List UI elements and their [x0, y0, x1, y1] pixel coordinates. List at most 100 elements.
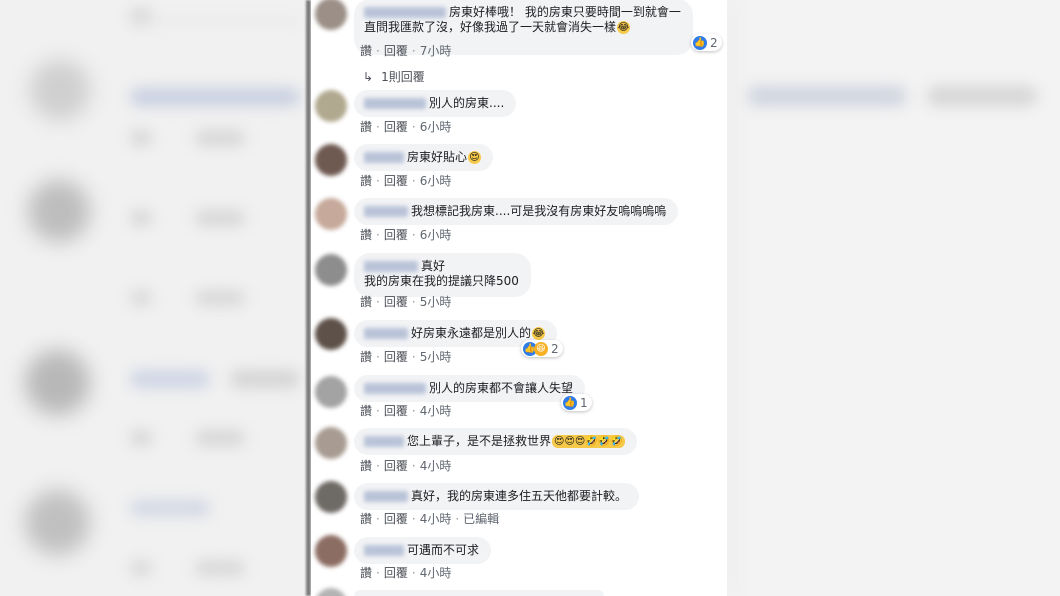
avatar[interactable]	[315, 481, 347, 513]
comment-bubble: 可遇而不可求	[354, 537, 492, 564]
commenter-name[interactable]	[364, 261, 418, 272]
commenter-name[interactable]	[364, 491, 408, 502]
commenter-name[interactable]	[364, 328, 408, 339]
reaction-summary[interactable]: 👍 1	[561, 394, 592, 411]
avatar[interactable]	[315, 376, 347, 408]
like-button[interactable]: 讚	[360, 566, 372, 580]
comment-actions: 讚 · 回覆 · 7小時	[360, 44, 452, 58]
comment-actions: 讚 · 回覆 · 5小時	[360, 350, 452, 364]
reaction-count: 1	[580, 395, 588, 410]
comment-actions: 讚 · 回覆 · 4小時	[360, 566, 452, 580]
comment-text-line2: 我的房東在我的提議只降500	[364, 274, 519, 288]
edited-label[interactable]: 已編輯	[463, 512, 499, 526]
avatar[interactable]	[315, 535, 347, 567]
comment-text: 可遇而不可求	[407, 543, 480, 557]
avatar[interactable]	[315, 318, 347, 350]
reply-arrow-icon: ↳	[363, 70, 374, 84]
reply-button[interactable]: 回覆	[384, 512, 408, 526]
comment-text: 您上輩子，是不是拯救世界	[407, 434, 552, 448]
comment-text: 真好，我的房東連多住五天他都要計較。	[411, 489, 628, 503]
emoji-sequence-icon: 😍😍😍🤣🤣🤣	[552, 435, 625, 448]
reaction-summary[interactable]: 👍😆 2	[521, 340, 563, 357]
comment-bubble-partial	[354, 590, 604, 596]
comment-time[interactable]: 6小時	[420, 120, 452, 134]
comment-actions: 讚 · 回覆 · 5小時	[360, 295, 452, 309]
heart-eyes-emoji-icon: 😍	[468, 151, 482, 164]
laughing-emoji-icon: 😂	[617, 21, 631, 34]
comment-time[interactable]: 7小時	[420, 44, 452, 58]
commenter-name[interactable]	[364, 206, 408, 217]
comment-bubble: 別人的房東....	[354, 90, 517, 117]
reply-button[interactable]: 回覆	[384, 174, 408, 188]
avatar[interactable]	[315, 0, 347, 30]
like-button[interactable]: 讚	[360, 120, 372, 134]
reply-button[interactable]: 回覆	[384, 350, 408, 364]
comment-actions: 讚 · 回覆 · 4小時	[360, 459, 452, 473]
like-button[interactable]: 讚	[360, 228, 372, 242]
comment-time[interactable]: 4小時	[420, 459, 452, 473]
comment-bubble: 別人的房東都不會讓人失望	[354, 375, 586, 402]
comment-actions: 讚 · 回覆 · 6小時	[360, 120, 452, 134]
reply-button[interactable]: 回覆	[384, 120, 408, 134]
like-button[interactable]: 讚	[360, 404, 372, 418]
commenter-name[interactable]	[364, 98, 426, 109]
comment-bubble: 真好 我的房東在我的提議只降500	[354, 253, 531, 297]
comment-bubble: 房東好貼心 😍	[354, 144, 494, 171]
comment-actions: 讚 · 回覆 · 6小時	[360, 228, 452, 242]
comment-text: 別人的房東都不會讓人失望	[429, 381, 574, 395]
avatar[interactable]	[315, 588, 347, 596]
commenter-name[interactable]	[364, 383, 426, 394]
comment-time[interactable]: 4小時	[420, 566, 452, 580]
like-button[interactable]: 讚	[360, 295, 372, 309]
avatar[interactable]	[315, 144, 347, 176]
reply-button[interactable]: 回覆	[384, 566, 408, 580]
like-button[interactable]: 讚	[360, 44, 372, 58]
reply-button[interactable]: 回覆	[384, 459, 408, 473]
comment-time[interactable]: 4小時	[420, 512, 452, 526]
comment-time[interactable]: 6小時	[420, 174, 452, 188]
reply-button[interactable]: 回覆	[384, 228, 408, 242]
comment-bubble: 我想標記我房東....可是我沒有房東好友嗚嗚嗚嗚	[354, 198, 679, 225]
reaction-count: 2	[551, 341, 559, 356]
avatar[interactable]	[315, 254, 347, 286]
like-button[interactable]: 讚	[360, 350, 372, 364]
view-replies-link[interactable]: ↳ 1則回覆	[363, 68, 425, 85]
comment-bubble: 您上輩子，是不是拯救世界 😍😍😍🤣🤣🤣	[354, 428, 637, 455]
comment-actions: 讚 · 回覆 · 4小時	[360, 404, 452, 418]
comment-text: 房東好棒哦！ 我的房東只要時間一到就會一	[449, 5, 681, 19]
comment-text: 房東好貼心	[407, 150, 468, 164]
comment-feed: 房東好棒哦！ 我的房東只要時間一到就會一 直問我匯款了沒，好像我過了一天就會消失…	[311, 0, 727, 596]
replies-count-label: 1則回覆	[381, 70, 425, 84]
comment-text: 別人的房東....	[429, 96, 505, 110]
comment-actions: 讚 · 回覆 · 4小時 · 已編輯	[360, 512, 500, 526]
avatar[interactable]	[315, 198, 347, 230]
reaction-summary[interactable]: 👍 2	[691, 34, 722, 51]
avatar[interactable]	[315, 427, 347, 459]
reaction-count: 2	[710, 35, 718, 50]
comment-text: 我想標記我房東....可是我沒有房東好友嗚嗚嗚嗚	[411, 204, 667, 218]
comment-time[interactable]: 5小時	[420, 295, 452, 309]
comment-time[interactable]: 5小時	[420, 350, 452, 364]
avatar[interactable]	[315, 90, 347, 122]
commenter-name[interactable]	[364, 7, 446, 18]
like-reaction-icon: 👍	[563, 395, 577, 410]
like-button[interactable]: 讚	[360, 512, 372, 526]
comment-bubble: 真好，我的房東連多住五天他都要計較。	[354, 483, 640, 510]
comment-time[interactable]: 6小時	[420, 228, 452, 242]
blurred-left-region	[0, 0, 308, 596]
laughing-emoji-icon: 😂	[532, 327, 546, 340]
comment-text: 真好	[421, 259, 446, 273]
reply-button[interactable]: 回覆	[384, 295, 408, 309]
commenter-name[interactable]	[364, 152, 404, 163]
like-button[interactable]: 讚	[360, 174, 372, 188]
blurred-right-region	[727, 0, 1060, 596]
comment-time[interactable]: 4小時	[420, 404, 452, 418]
commenter-name[interactable]	[364, 436, 404, 447]
reply-button[interactable]: 回覆	[384, 404, 408, 418]
comment-text: 好房東永遠都是別人的	[411, 326, 532, 340]
commenter-name[interactable]	[364, 545, 404, 556]
reply-button[interactable]: 回覆	[384, 44, 408, 58]
like-button[interactable]: 讚	[360, 459, 372, 473]
comment-actions: 讚 · 回覆 · 6小時	[360, 174, 452, 188]
comment-text-line2: 直問我匯款了沒，好像我過了一天就會消失一樣	[364, 20, 617, 34]
